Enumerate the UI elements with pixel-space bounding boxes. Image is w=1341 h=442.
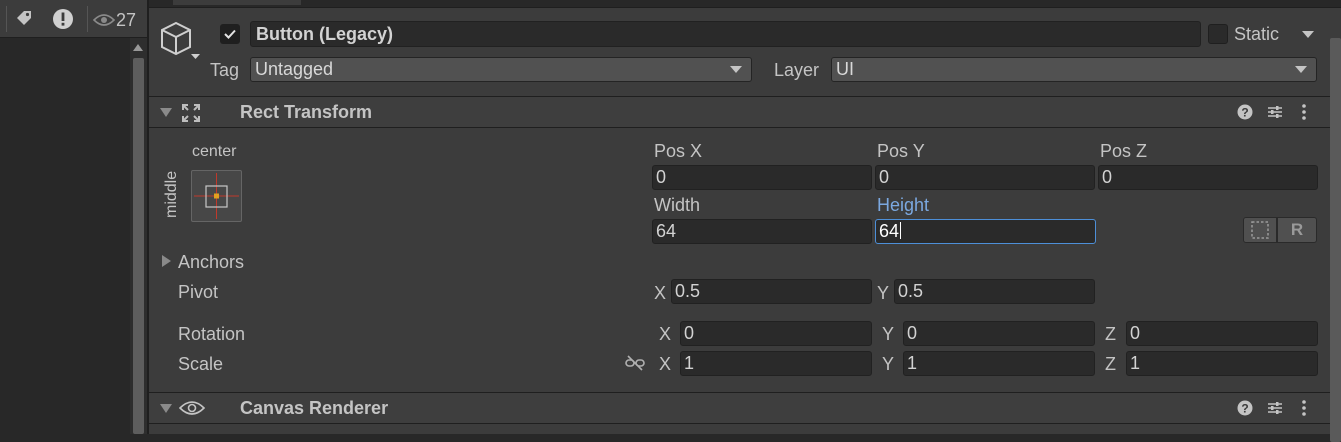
height-value: 64 <box>879 221 900 241</box>
anchors-foldout-arrow[interactable] <box>162 255 171 267</box>
static-label: Static <box>1234 24 1280 44</box>
rect-transform-title: Rect Transform <box>240 102 373 122</box>
text-cursor <box>900 222 902 239</box>
scale-x-label[interactable]: X <box>659 353 671 375</box>
canvas-renderer-eye-icon <box>178 400 206 421</box>
anchor-preset-vertical-label: middle <box>163 170 180 218</box>
warning-icon[interactable] <box>52 8 74 35</box>
static-dropdown-arrow[interactable] <box>1302 31 1314 38</box>
svg-text:?: ? <box>1241 106 1248 120</box>
tag-dropdown[interactable]: Untagged <box>250 57 752 82</box>
pos-z-input[interactable]: 0 <box>1098 165 1318 190</box>
hierarchy-toolbar: 27 <box>0 0 147 38</box>
rotation-x-input[interactable]: 0 <box>680 321 872 346</box>
foldout-arrow[interactable] <box>160 404 172 413</box>
rotation-label: Rotation <box>178 324 246 344</box>
toolbar-divider <box>87 6 88 32</box>
canvas-renderer-title: Canvas Renderer <box>240 398 389 418</box>
scale-x-input[interactable]: 1 <box>680 351 872 376</box>
pos-z-label: Pos Z <box>1100 141 1148 161</box>
blueprint-mode-icon <box>1251 221 1269 239</box>
checkmark-icon <box>224 29 236 39</box>
rotation-z-label[interactable]: Z <box>1105 323 1116 345</box>
inspector-scrollbar[interactable] <box>1330 8 1341 442</box>
tag-icon[interactable] <box>14 9 34 34</box>
inspector-tab-strip <box>149 0 1341 8</box>
height-input[interactable]: 64 <box>875 219 1096 244</box>
height-label: Height <box>877 195 930 215</box>
pos-y-input[interactable]: 0 <box>875 165 1095 190</box>
scroll-up-arrow[interactable] <box>133 44 143 51</box>
scale-y-label[interactable]: Y <box>882 353 894 375</box>
tag-value: Untagged <box>255 59 334 79</box>
layer-dropdown[interactable]: UI <box>831 57 1317 82</box>
anchor-preset-diagram <box>194 173 239 219</box>
scale-y-input[interactable]: 1 <box>903 351 1095 376</box>
scale-z-label[interactable]: Z <box>1105 353 1116 375</box>
rect-transform-icon <box>180 102 202 129</box>
width-label: Width <box>654 195 701 215</box>
scale-z-input[interactable]: 1 <box>1126 351 1318 376</box>
more-icon[interactable] <box>1301 400 1307 421</box>
visible-count: 27 <box>116 10 137 30</box>
rotation-y-input[interactable]: 0 <box>903 321 1095 346</box>
hierarchy-scrollbar[interactable] <box>130 38 147 434</box>
rotation-x-label[interactable]: X <box>659 323 671 345</box>
gameobject-name-input[interactable]: Button (Legacy) <box>250 21 1201 47</box>
unlink-scale-icon[interactable] <box>625 355 645 376</box>
pivot-x-label[interactable]: X <box>654 282 666 304</box>
pivot-y-label[interactable]: Y <box>877 282 889 304</box>
component-separator <box>149 127 1341 128</box>
chevron-down-icon <box>730 66 742 73</box>
raw-edit-button[interactable]: R <box>1277 217 1317 243</box>
width-input[interactable]: 64 <box>652 219 872 244</box>
gameobject-cube-icon[interactable] <box>158 20 202 69</box>
inspector-scroll-thumb[interactable] <box>1330 38 1341 442</box>
static-checkbox[interactable] <box>1208 24 1228 44</box>
layer-value: UI <box>836 59 854 79</box>
presets-icon[interactable] <box>1267 104 1283 125</box>
eye-icon[interactable] <box>92 13 116 32</box>
pivot-label: Pivot <box>178 282 219 302</box>
inspector-tab[interactable] <box>173 0 301 5</box>
tag-label: Tag <box>210 60 240 80</box>
rotation-y-label[interactable]: Y <box>882 323 894 345</box>
component-separator <box>149 423 1341 424</box>
chevron-down-icon <box>1295 66 1307 73</box>
pivot-y-input[interactable]: 0.5 <box>894 279 1095 304</box>
scroll-thumb[interactable] <box>133 58 144 434</box>
pos-y-label: Pos Y <box>877 141 925 161</box>
help-icon[interactable]: ? <box>1237 104 1253 125</box>
scale-label: Scale <box>178 354 224 374</box>
pivot-x-input[interactable]: 0.5 <box>671 279 872 304</box>
rotation-z-input[interactable]: 0 <box>1126 321 1318 346</box>
layer-label: Layer <box>774 60 820 80</box>
pos-x-input[interactable]: 0 <box>652 165 872 190</box>
foldout-arrow[interactable] <box>160 108 172 117</box>
rect-transform-header[interactable]: Rect Transform ? <box>149 97 1341 127</box>
presets-icon[interactable] <box>1267 400 1283 421</box>
blueprint-mode-button[interactable] <box>1243 217 1277 243</box>
toolbar-separator <box>6 6 7 32</box>
more-icon[interactable] <box>1301 104 1307 125</box>
anchor-preset-horizontal-label: center <box>192 143 237 160</box>
pos-x-label: Pos X <box>654 141 703 161</box>
canvas-renderer-header[interactable]: Canvas Renderer ? <box>149 393 1341 423</box>
anchors-label[interactable]: Anchors <box>178 251 244 273</box>
hierarchy-panel: 27 <box>0 0 147 434</box>
svg-text:?: ? <box>1241 402 1248 416</box>
anchor-presets-button[interactable] <box>191 170 242 222</box>
help-icon[interactable]: ? <box>1237 400 1253 421</box>
active-checkbox[interactable] <box>220 24 240 44</box>
